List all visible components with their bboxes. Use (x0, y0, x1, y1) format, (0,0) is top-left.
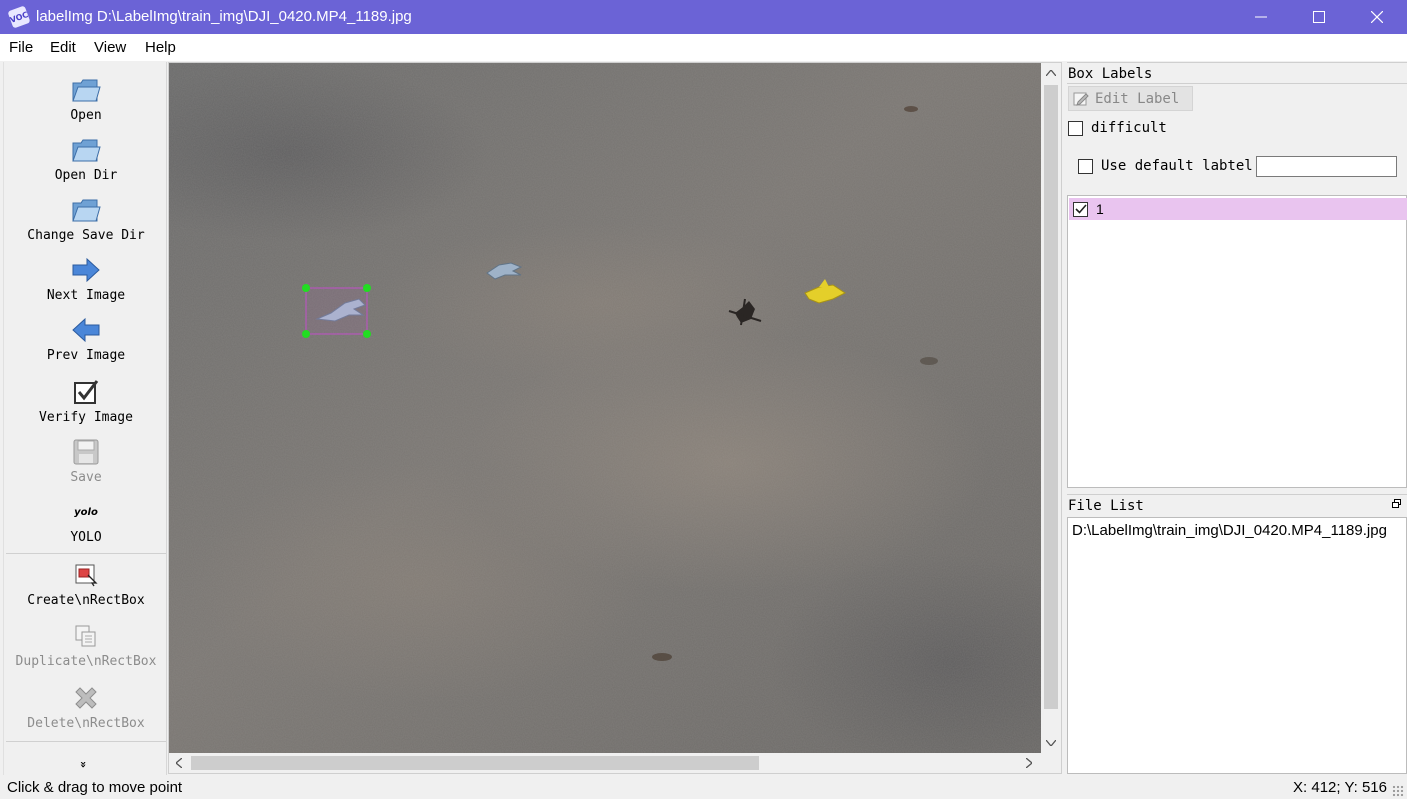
vertical-scroll-thumb[interactable] (1044, 85, 1058, 709)
yolo-icon-text: yolo (74, 506, 98, 518)
box-labels-header: Box Labels (1067, 62, 1407, 84)
vertical-scrollbar[interactable] (1041, 63, 1061, 753)
horizontal-scroll-thumb[interactable] (191, 756, 759, 770)
arrow-right-icon (70, 254, 102, 286)
cursor-coordinates: X: 412; Y: 516 (1293, 779, 1387, 796)
box-labels-dock: Box Labels Edit Label difficult Use defa… (1067, 62, 1407, 488)
next-image-button[interactable]: Next Image (4, 254, 168, 303)
title-bar: VOC labelImg D:\LabelImg\train_img\DJI_0… (0, 0, 1407, 34)
label-list-item[interactable]: 1 (1069, 198, 1407, 220)
create-rectbox-label: Create\nRectBox (27, 593, 145, 608)
yolo-label: YOLO (70, 530, 102, 545)
annotation-overlay (302, 284, 371, 338)
resize-grip-icon[interactable] (1392, 785, 1404, 797)
scroll-down-icon[interactable] (1041, 733, 1061, 753)
delete-icon (70, 682, 102, 714)
checkmark-icon (1074, 204, 1087, 214)
close-icon (1371, 11, 1383, 23)
floppy-disk-icon (70, 436, 102, 468)
checkbox-icon (70, 376, 102, 408)
folder-open-icon (70, 194, 102, 226)
verify-image-label: Verify Image (39, 410, 133, 425)
menu-help[interactable]: Help (145, 39, 176, 56)
default-label-input[interactable] (1256, 156, 1397, 177)
edit-label-text: Edit Label (1095, 90, 1180, 107)
save-button[interactable]: Save (4, 436, 168, 485)
difficult-checkbox-box[interactable] (1068, 120, 1083, 136)
horizontal-scrollbar[interactable] (169, 753, 1041, 773)
open-label: Open (70, 108, 102, 123)
bbox-handle-bottom-left[interactable] (302, 330, 310, 338)
canvas-area (168, 62, 1062, 774)
yolo-icon: yolo (70, 496, 102, 528)
label-item-checkbox[interactable] (1073, 201, 1088, 217)
edit-icon (1073, 92, 1089, 106)
scroll-right-icon[interactable] (1019, 753, 1039, 773)
toolbar-separator (6, 553, 166, 554)
delete-rectbox-button[interactable]: Delete\nRectBox (4, 682, 168, 731)
file-list-title: File List (1068, 498, 1144, 514)
status-bar: Click & drag to move point X: 412; Y: 51… (0, 776, 1407, 799)
label-item-text: 1 (1096, 201, 1104, 217)
create-rectbox-button[interactable]: Create\nRectBox (4, 559, 168, 608)
prev-image-button[interactable]: Prev Image (4, 314, 168, 363)
window-title: labelImg D:\LabelImg\train_img\DJI_0420.… (36, 8, 412, 25)
open-dir-button[interactable]: Open Dir (4, 134, 168, 183)
bounding-box[interactable] (305, 287, 368, 335)
save-label: Save (70, 470, 102, 485)
minimize-button[interactable] (1232, 0, 1290, 34)
menu-edit[interactable]: Edit (50, 39, 76, 56)
delete-rectbox-label: Delete\nRectBox (27, 716, 145, 731)
use-default-label-checkbox[interactable]: Use default labtel (1078, 158, 1253, 174)
image-canvas[interactable] (169, 63, 1041, 753)
arrow-left-icon (70, 314, 102, 346)
change-save-dir-label: Change Save Dir (27, 228, 145, 243)
bbox-handle-top-left[interactable] (302, 284, 310, 292)
scroll-up-icon[interactable] (1041, 63, 1061, 83)
duplicate-rectbox-label: Duplicate\nRectBox (15, 654, 157, 669)
open-dir-label: Open Dir (54, 168, 118, 183)
yolo-button[interactable]: yolo YOLO (4, 496, 168, 546)
create-box-icon (70, 559, 102, 591)
menu-file[interactable]: File (9, 39, 33, 56)
maximize-icon (1313, 11, 1325, 23)
toolbar-separator (6, 741, 166, 742)
difficult-checkbox[interactable]: difficult (1068, 120, 1167, 136)
duplicate-rectbox-button[interactable]: Duplicate\nRectBox (4, 620, 168, 669)
folder-open-icon (70, 74, 102, 106)
open-button[interactable]: Open (4, 74, 168, 123)
maximize-button[interactable] (1290, 0, 1348, 34)
duplicate-icon (70, 620, 102, 652)
float-dock-icon[interactable] (1392, 499, 1401, 511)
use-default-label-text: Use default labtel (1101, 158, 1253, 174)
file-list-header: File List (1067, 494, 1407, 516)
menu-bar: File Edit View Help (0, 34, 1407, 61)
box-labels-title: Box Labels (1068, 66, 1153, 82)
prev-image-label: Prev Image (46, 348, 126, 363)
file-list-dock: File List D:\LabelImg\train_img\DJI_0420… (1067, 494, 1407, 775)
edit-label-button[interactable]: Edit Label (1068, 86, 1193, 111)
file-list-item[interactable]: D:\LabelImg\train_img\DJI_0420.MP4_1189.… (1072, 522, 1387, 539)
minimize-icon (1255, 16, 1267, 18)
app-icon: VOC (7, 5, 31, 29)
menu-view[interactable]: View (94, 39, 126, 56)
verify-image-button[interactable]: Verify Image (4, 376, 168, 425)
folder-open-icon (70, 134, 102, 166)
toolbar: Open Open Dir Change Save Dir Next Image… (3, 62, 167, 775)
status-message: Click & drag to move point (7, 779, 183, 796)
toolbar-extension-icon[interactable]: » (77, 761, 90, 768)
bbox-handle-top-right[interactable] (363, 284, 371, 292)
app-icon-text: VOC (8, 9, 30, 25)
difficult-label: difficult (1091, 120, 1167, 136)
next-image-label: Next Image (46, 288, 126, 303)
file-list[interactable]: D:\LabelImg\train_img\DJI_0420.MP4_1189.… (1067, 517, 1407, 774)
scroll-left-icon[interactable] (169, 753, 189, 773)
close-button[interactable] (1348, 0, 1406, 34)
use-default-label-checkbox-box[interactable] (1078, 158, 1093, 174)
change-save-dir-button[interactable]: Change Save Dir (4, 194, 168, 243)
label-list[interactable]: 1 (1067, 195, 1407, 488)
bbox-handle-bottom-right[interactable] (363, 330, 371, 338)
